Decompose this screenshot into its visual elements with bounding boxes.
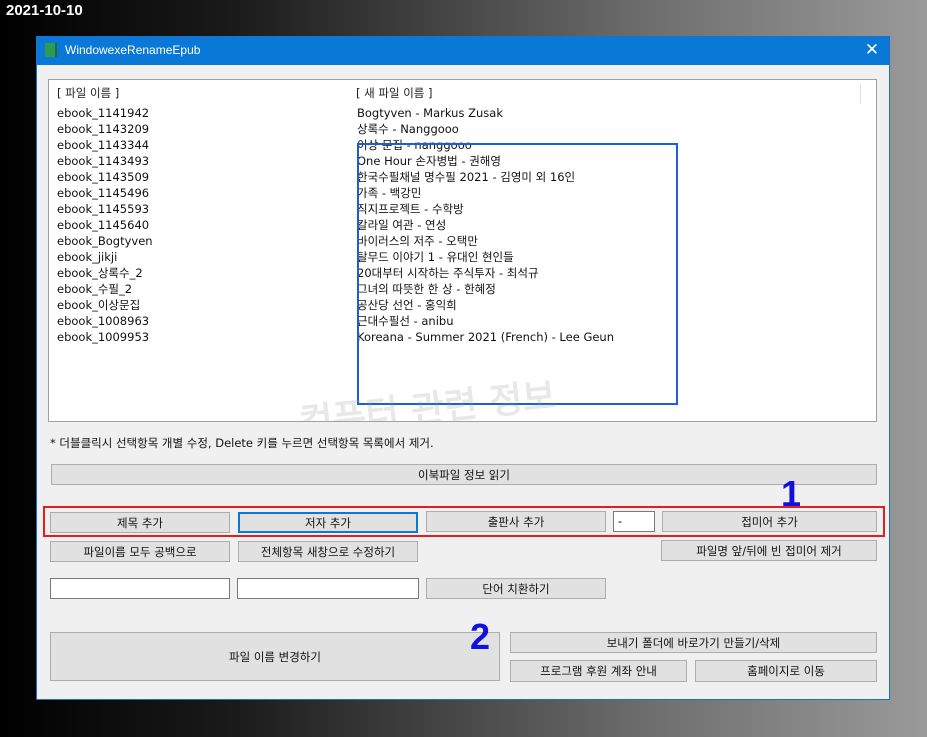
new-file-name-cell[interactable]: Bogtyven - Markus Zusak bbox=[357, 105, 503, 121]
file-name-cell[interactable]: ebook_1143209 bbox=[57, 121, 149, 137]
add-affix-button[interactable]: 접미어 추가 bbox=[662, 511, 877, 532]
go-homepage-button[interactable]: 홈페이지로 이동 bbox=[695, 660, 877, 682]
column-header-file-name[interactable]: [ 파일 이름 ] bbox=[57, 85, 119, 101]
file-name-cell[interactable]: ebook_1143493 bbox=[57, 153, 149, 169]
replace-word-button[interactable]: 단어 치환하기 bbox=[426, 578, 606, 599]
app-window: WindowexeRenameEpub ✕ [ 파일 이름 ] [ 새 파일 이… bbox=[36, 36, 890, 700]
new-file-name-cell[interactable]: 상록수 - Nanggooo bbox=[357, 121, 459, 137]
file-name-cell[interactable]: ebook_Bogtyven bbox=[57, 233, 153, 249]
replace-from-input[interactable] bbox=[50, 578, 230, 599]
rename-files-button[interactable]: 파일 이름 변경하기 bbox=[50, 632, 500, 681]
add-title-button[interactable]: 제목 추가 bbox=[50, 512, 230, 533]
file-name-cell[interactable]: ebook_jikji bbox=[57, 249, 117, 265]
donation-info-button[interactable]: 프로그램 후원 계좌 안내 bbox=[510, 660, 687, 682]
file-name-cell[interactable]: ebook_상록수_2 bbox=[57, 265, 143, 281]
file-name-cell[interactable]: ebook_수필_2 bbox=[57, 281, 132, 297]
column-separator bbox=[860, 84, 861, 104]
annotation-number-1: 1 bbox=[781, 473, 802, 514]
add-publisher-button[interactable]: 출판사 추가 bbox=[426, 511, 606, 532]
edit-all-new-window-button[interactable]: 전체항목 새창으로 수정하기 bbox=[238, 541, 418, 562]
window-title: WindowexeRenameEpub bbox=[65, 43, 201, 57]
column-header-new-file-name[interactable]: [ 새 파일 이름 ] bbox=[356, 85, 433, 101]
replace-to-input[interactable] bbox=[237, 578, 419, 599]
read-ebook-info-button[interactable]: 이북파일 정보 읽기 bbox=[51, 464, 877, 485]
app-book-icon bbox=[45, 43, 57, 57]
separator-input[interactable]: - bbox=[613, 511, 655, 532]
date-label: 2021-10-10 bbox=[6, 2, 83, 19]
highlight-box-new-names bbox=[357, 143, 678, 405]
file-name-cell[interactable]: ebook_1143509 bbox=[57, 169, 149, 185]
close-icon[interactable]: ✕ bbox=[861, 40, 883, 60]
title-bar[interactable]: WindowexeRenameEpub ✕ bbox=[37, 37, 889, 65]
file-name-cell[interactable]: ebook_1141942 bbox=[57, 105, 149, 121]
usage-hint: * 더블클릭시 선택항목 개별 수정, Delete 키를 누르면 선택항목 목… bbox=[50, 436, 434, 450]
file-name-cell[interactable]: ebook_1143344 bbox=[57, 137, 149, 153]
remove-empty-affix-button[interactable]: 파일명 앞/뒤에 빈 접미어 제거 bbox=[661, 540, 877, 561]
file-name-cell[interactable]: ebook_1009953 bbox=[57, 329, 149, 345]
file-list[interactable]: [ 파일 이름 ] [ 새 파일 이름 ] ebook_1141942 Bogty… bbox=[48, 79, 877, 422]
file-name-cell[interactable]: ebook_이상문집 bbox=[57, 297, 140, 313]
file-name-cell[interactable]: ebook_1008963 bbox=[57, 313, 149, 329]
annotation-number-2: 2 bbox=[470, 616, 491, 657]
add-author-button[interactable]: 저자 추가 bbox=[238, 512, 418, 533]
sendto-shortcut-button[interactable]: 보내기 폴더에 바로가기 만들기/삭제 bbox=[510, 632, 877, 653]
file-name-cell[interactable]: ebook_1145496 bbox=[57, 185, 149, 201]
file-name-cell[interactable]: ebook_1145593 bbox=[57, 201, 149, 217]
file-name-cell[interactable]: ebook_1145640 bbox=[57, 217, 149, 233]
blank-all-names-button[interactable]: 파일이름 모두 공백으로 bbox=[50, 541, 230, 562]
